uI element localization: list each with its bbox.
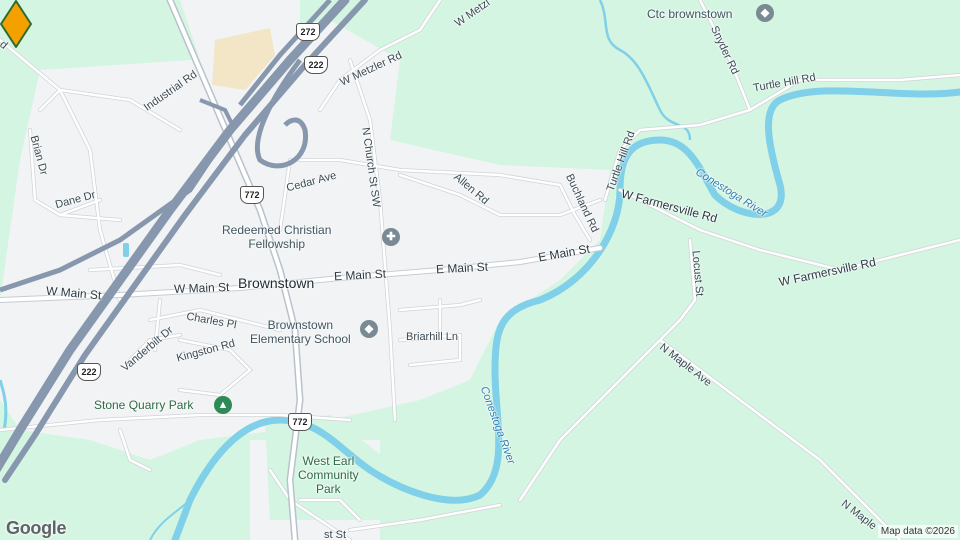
label-briarhill-ln: Briarhill Ln <box>406 331 458 343</box>
poi-west-earl-community-park[interactable]: West Earl Community Park <box>298 454 359 496</box>
town-label-brownstown: Brownstown <box>238 275 315 291</box>
label-bottom-st: st St <box>324 529 347 540</box>
poi-west-earl-line1: West Earl <box>302 454 355 468</box>
us-222-shield-west: 222 <box>77 363 101 381</box>
poi-brownstown-elementary-school[interactable]: Brownstown Elementary School <box>250 318 351 346</box>
pond <box>123 243 129 257</box>
church-icon[interactable]: ✚ <box>382 228 400 246</box>
map-data-attribution[interactable]: Map data ©2026 <box>877 525 958 538</box>
us-272-shield: 272 <box>296 23 320 41</box>
google-logo[interactable]: Google <box>6 518 67 539</box>
creek-top <box>598 0 692 141</box>
poi-church-line1: Redeemed Christian <box>222 223 332 237</box>
poi-school-line1: Brownstown <box>267 318 334 332</box>
pa-772-shield: 772 <box>240 186 264 204</box>
poi-redeemed-christian-fellowship[interactable]: Redeemed Christian Fellowship <box>222 223 331 251</box>
poi-west-earl-line2: Community <box>298 468 359 482</box>
poi-church-line2: Fellowship <box>248 237 306 251</box>
pa-772-shield-south: 772 <box>288 413 312 431</box>
school-icon[interactable]: ◆ <box>756 4 774 22</box>
tree-icon[interactable]: ▲ <box>214 396 232 414</box>
label-e-main-st-left: E Main St <box>333 266 387 284</box>
poi-west-earl-line3: Park <box>316 482 341 496</box>
us-222-shield-north: 222 <box>304 56 328 74</box>
label-w-main-st-right: W Main St <box>173 280 230 296</box>
poi-stone-quarry-park[interactable]: Stone Quarry Park <box>94 398 193 412</box>
poi-school-line2: Elementary School <box>250 332 351 346</box>
map-view[interactable]: 272 222 772 222 772 d W Metzl W Metzler … <box>0 0 960 540</box>
label-e-main-st-mid: E Main St <box>435 259 489 277</box>
poi-ctc-brownstown-label[interactable]: Ctc brownstown <box>647 7 732 21</box>
school-icon[interactable]: ◆ <box>360 320 378 338</box>
location-pin-icon[interactable] <box>0 0 32 50</box>
